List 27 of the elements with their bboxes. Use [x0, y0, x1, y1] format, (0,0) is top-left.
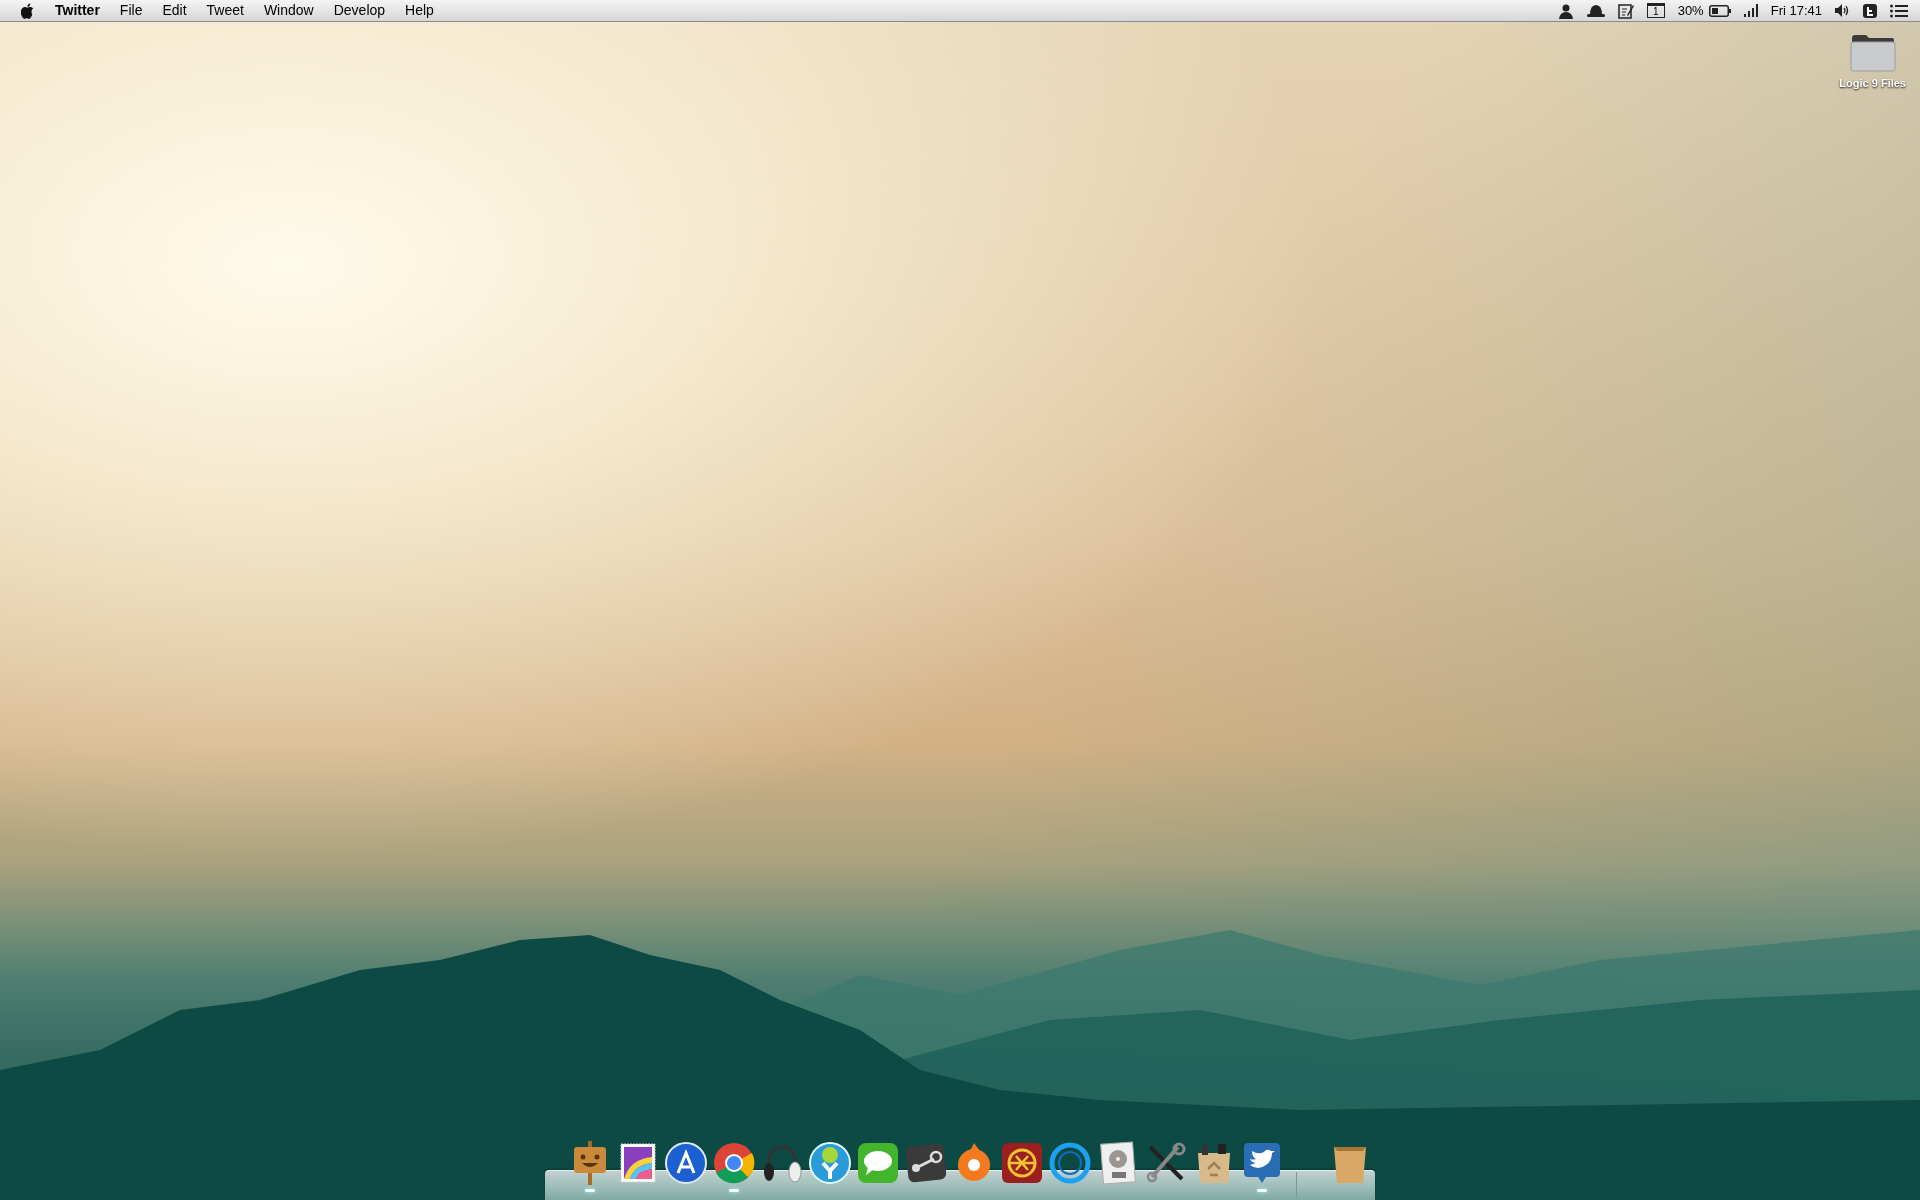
- letter-a-circle-icon[interactable]: [664, 1141, 708, 1185]
- battery-percent: 30%: [1677, 1, 1704, 20]
- signal-bars-icon[interactable]: [1743, 4, 1758, 17]
- menu-item[interactable]: Window: [253, 0, 324, 21]
- app-menu[interactable]: Twitter: [45, 0, 110, 21]
- menu-item[interactable]: Develop: [323, 0, 396, 21]
- menu-item[interactable]: File: [109, 0, 153, 21]
- battery-icon[interactable]: [1708, 4, 1731, 17]
- screwdriver-wrench-icon[interactable]: [1144, 1141, 1188, 1185]
- person-icon[interactable]: [1557, 2, 1574, 19]
- calendar-icon[interactable]: 1: [1646, 3, 1665, 18]
- bowler-hat-icon[interactable]: [1586, 3, 1605, 18]
- menu-item[interactable]: Tweet: [196, 0, 254, 21]
- apple-logo-icon[interactable]: [21, 2, 35, 19]
- menu-item[interactable]: Edit: [152, 0, 197, 21]
- notepad-pencil-icon[interactable]: [1617, 2, 1634, 19]
- browser-icon[interactable]: [712, 1141, 756, 1185]
- circle-emblem-icon[interactable]: [1000, 1141, 1044, 1185]
- menu-clock[interactable]: Fri 17:41: [1770, 0, 1822, 21]
- rounded-square-glyph-icon[interactable]: [1863, 3, 1877, 18]
- speech-bubble-icon[interactable]: [856, 1141, 900, 1185]
- speaker-icon[interactable]: [1835, 4, 1850, 17]
- tree-letter-y-icon[interactable]: [808, 1141, 852, 1185]
- menu-item[interactable]: Help: [395, 0, 444, 21]
- double-ring-icon[interactable]: [1048, 1141, 1092, 1185]
- list-icon[interactable]: [1890, 3, 1908, 18]
- folder-icon[interactable]: [1849, 34, 1896, 72]
